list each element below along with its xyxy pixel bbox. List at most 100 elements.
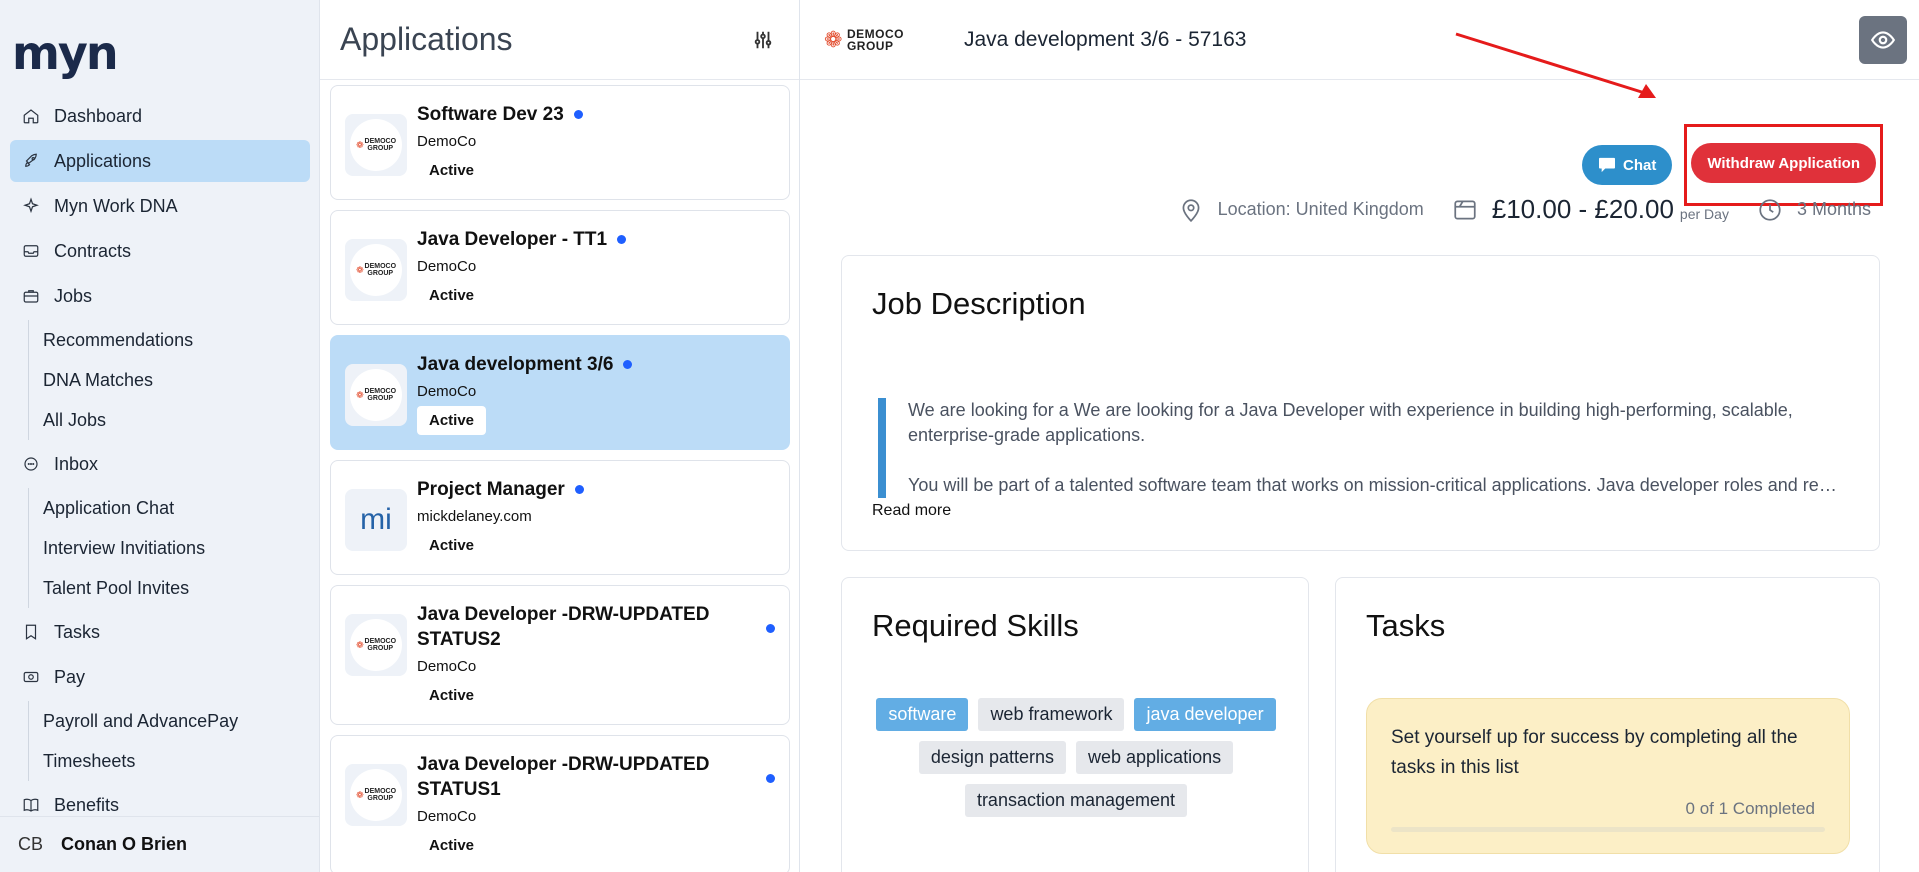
- logo-line1: DEMOCO: [364, 388, 397, 395]
- sidebar-item-label: Dashboard: [54, 105, 143, 126]
- sidebar-item-label: Inbox: [54, 453, 99, 474]
- tasks-title: Tasks: [1366, 608, 1446, 643]
- required-skills-card: Required Skills software web framework jav…: [841, 577, 1309, 872]
- sidebar-subitem-payroll[interactable]: Payroll and AdvancePay: [43, 701, 310, 741]
- democo-mark-icon: ❁: [355, 389, 364, 400]
- applications-title: Applications: [340, 21, 513, 57]
- skill-tag: web applications: [1076, 741, 1234, 774]
- sidebar-item-inbox[interactable]: Inbox: [10, 443, 310, 485]
- sidebar-item-dashboard[interactable]: Dashboard: [10, 95, 310, 137]
- sidebar-subitem-all-jobs[interactable]: All Jobs: [43, 400, 310, 440]
- job-description-card: Job Description We are looking for a We …: [841, 255, 1880, 551]
- sidebar-item-jobs[interactable]: Jobs: [10, 275, 310, 317]
- sidebar-item-label: Contracts: [54, 240, 132, 261]
- sidebar-subitem-application-chat[interactable]: Application Chat: [43, 488, 310, 528]
- application-title: Java Developer -DRW-UPDATED STATUS2: [417, 602, 775, 652]
- sidebar-item-myn-work-dna[interactable]: Myn Work DNA: [10, 185, 310, 227]
- status-badge: Active: [417, 531, 487, 560]
- chat-label: Chat: [1623, 156, 1657, 174]
- democo-mark-icon: ❁: [355, 264, 364, 275]
- sidebar-item-tasks[interactable]: Tasks: [10, 611, 310, 653]
- tasks-progress-box[interactable]: Set yourself up for success by completin…: [1366, 698, 1850, 854]
- jobs-submenu: Recommendations DNA Matches All Jobs: [28, 320, 310, 440]
- sidebar-nav: Dashboard Applications Myn Work DNA Cont…: [10, 95, 310, 829]
- application-company: DemoCo: [417, 258, 477, 275]
- job-description-paragraph: We are looking for a We are looking for …: [908, 400, 1793, 445]
- sparkle-icon: [22, 197, 40, 215]
- status-badge: Active: [417, 281, 487, 310]
- sidebar: myn Dashboard Applications Myn Work DNA …: [0, 0, 320, 872]
- tasks-progress-bar: [1391, 827, 1825, 832]
- myn-logo[interactable]: myn: [12, 26, 119, 80]
- application-card[interactable]: ❁ DEMOCO GROUP Java Developer -DRW-UPDATED…: [330, 735, 790, 872]
- application-card[interactable]: ❁ DEMOCO GROUP Java Developer -DRW-UPDATED…: [330, 585, 790, 725]
- application-title: Java Developer -DRW-UPDATED STATUS1: [417, 752, 775, 802]
- user-name: Conan O Brien: [61, 834, 188, 854]
- application-card[interactable]: ❁ DEMOCO GROUP Software Dev 23 DemoCo Acti…: [330, 85, 790, 200]
- sidebar-item-label: Tasks: [54, 621, 101, 642]
- company-logo: ❁ DEMOCO GROUP: [345, 239, 407, 301]
- chat-bubble-icon: [22, 455, 40, 473]
- logo-line1: DEMOCO: [364, 638, 397, 645]
- sidebar-subitem-dna-matches[interactable]: DNA Matches: [43, 360, 310, 400]
- logo-line1: DEMOCO: [364, 263, 397, 270]
- sliders-icon: [754, 31, 772, 48]
- sidebar-item-contracts[interactable]: Contracts: [10, 230, 310, 272]
- skill-tag: design patterns: [918, 741, 1066, 774]
- inbox-submenu: Application Chat Interview Invitiations …: [28, 488, 310, 608]
- application-title-text: Java Developer -DRW-UPDATED STATUS2: [417, 604, 710, 650]
- tasks-message: Set yourself up for success by completin…: [1391, 727, 1798, 778]
- application-title-text: Java Developer - TT1: [417, 229, 608, 250]
- democo-mark-icon: ❁: [355, 139, 364, 150]
- withdraw-application-button[interactable]: Withdraw Application: [1691, 143, 1876, 183]
- job-meta: Location: United Kingdom £10.00 - £20.00…: [1150, 194, 1871, 225]
- tasks-progress-text: 0 of 1 Completed: [1685, 799, 1815, 818]
- sidebar-subitem-interview-invitations[interactable]: Interview Invitiations: [43, 528, 310, 568]
- applications-list: ❁ DEMOCO GROUP Software Dev 23 DemoCo Acti…: [330, 85, 790, 872]
- book-icon: [22, 796, 40, 814]
- logo-line2: GROUP: [367, 795, 394, 802]
- eye-icon: [1870, 31, 1896, 49]
- skill-tag: software: [876, 698, 969, 731]
- sidebar-item-label: Benefits: [54, 794, 120, 815]
- application-company: DemoCo: [417, 658, 477, 675]
- sidebar-item-applications[interactable]: Applications: [10, 140, 310, 182]
- user-profile-bar[interactable]: CB Conan O Brien: [0, 816, 320, 872]
- application-card[interactable]: ❁ DEMOCO GROUP Java Developer - TT1 DemoCo…: [330, 210, 790, 325]
- application-card[interactable]: mi Project Manager mickdelaney.com Activ…: [330, 460, 790, 575]
- democo-logo: ❁ DEMOCO GROUP: [350, 119, 402, 171]
- clock-icon: [1759, 198, 1781, 221]
- status-badge: Active: [417, 156, 487, 185]
- application-title-text: Java development 3/6: [417, 354, 614, 375]
- skill-tag: transaction management: [964, 784, 1188, 817]
- company-logo: mi: [345, 489, 407, 551]
- status-badge: Active: [417, 831, 487, 860]
- sidebar-subitem-talent-pool-invites[interactable]: Talent Pool Invites: [43, 568, 310, 608]
- unread-dot-icon: [766, 774, 775, 783]
- salary-period: per Day: [1679, 205, 1729, 222]
- location-meta: Location: United Kingdom: [1178, 197, 1424, 223]
- read-more-link[interactable]: Read more: [872, 502, 951, 520]
- preview-button[interactable]: [1859, 16, 1907, 64]
- unread-dot-icon: [623, 360, 633, 370]
- unread-dot-icon: [766, 624, 775, 633]
- chat-button[interactable]: Chat: [1582, 145, 1673, 185]
- application-title-text: Software Dev 23: [417, 104, 564, 125]
- salary-meta: £10.00 - £20.00 per Day: [1452, 194, 1729, 225]
- location-pin-icon: [1182, 198, 1200, 222]
- filter-button[interactable]: [747, 24, 779, 56]
- application-card[interactable]: ❁ DEMOCO GROUP Java development 3/6 DemoCo…: [330, 335, 790, 450]
- detail-header: ❁ DEMOCO GROUP Java development 3/6 - 571…: [800, 0, 1919, 80]
- company-logo: ❁ DEMOCO GROUP: [345, 764, 407, 826]
- logo-line1: DEMOCO: [364, 788, 397, 795]
- application-company: mickdelaney.com: [417, 508, 532, 525]
- sidebar-item-pay[interactable]: Pay: [10, 656, 310, 698]
- logo-line2: GROUP: [367, 270, 394, 277]
- logo-line2: GROUP: [846, 38, 894, 53]
- sidebar-subitem-timesheets[interactable]: Timesheets: [43, 741, 310, 781]
- money-icon: [22, 668, 40, 686]
- chat-icon: [1599, 157, 1616, 173]
- application-title: Project Manager: [417, 477, 775, 502]
- required-skills-title: Required Skills: [872, 608, 1079, 643]
- sidebar-subitem-recommendations[interactable]: Recommendations: [43, 320, 310, 360]
